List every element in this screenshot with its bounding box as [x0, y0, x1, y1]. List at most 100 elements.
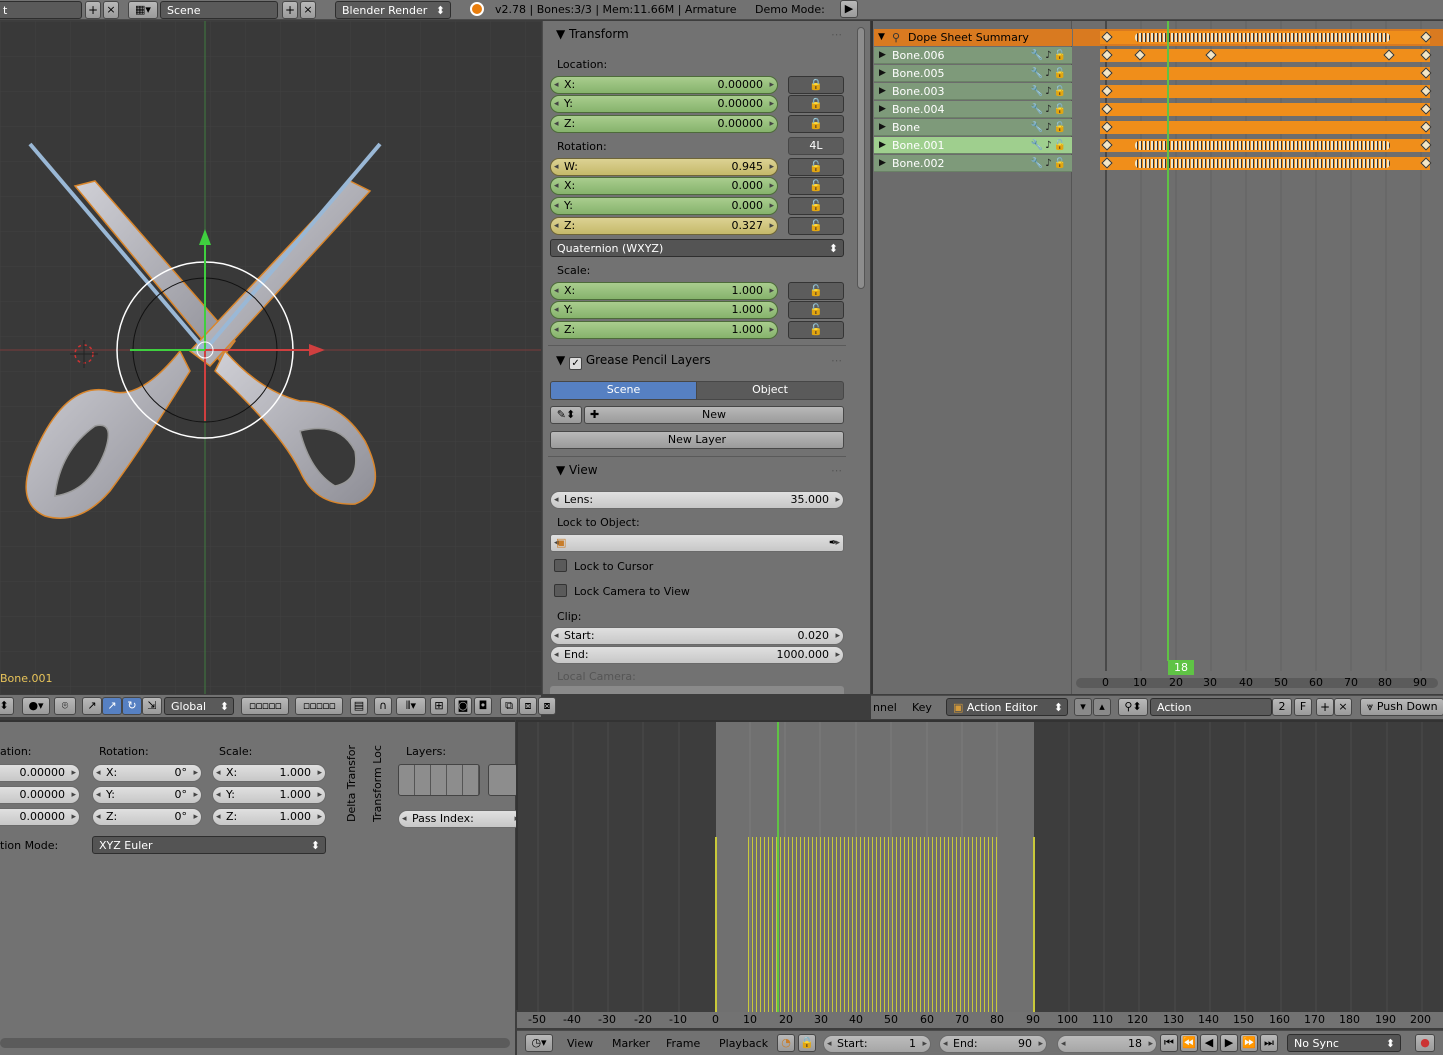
push-down-button[interactable]: ⩔ Push Down	[1360, 698, 1443, 716]
action-name-field[interactable]: Action	[1150, 698, 1272, 716]
paste-pose-icon[interactable]: ⧈	[519, 697, 537, 715]
delta-transform-tab[interactable]: Delta Transfor	[345, 745, 358, 822]
prop-loc-y[interactable]: 0.00000	[0, 786, 80, 804]
lock-location-y-icon[interactable]: 🔒	[788, 95, 844, 113]
snap-icon[interactable]: ∩	[374, 697, 392, 715]
gp-new-button[interactable]: ✚ New	[584, 406, 844, 424]
shading-select-icon[interactable]: ●▾	[22, 697, 50, 715]
playback-menu[interactable]: Playback	[719, 1037, 768, 1050]
view-menu[interactable]: View	[567, 1037, 593, 1050]
channel-menu[interactable]: nnel	[873, 701, 897, 714]
jump-keyframe-forward-icon[interactable]: ⏩	[1240, 1034, 1258, 1052]
play-demo-icon[interactable]: ▶	[840, 0, 858, 18]
prop-loc-z[interactable]: 0.00000	[0, 808, 80, 826]
channel-bone-002[interactable]: ▶ Bone.002 🔧♪🔓	[874, 155, 1072, 172]
lock-object-field[interactable]: ▣✒	[550, 534, 844, 552]
prop-scale-x[interactable]: X:1.000	[212, 764, 326, 782]
kf-row-bone-006[interactable]	[1100, 49, 1430, 62]
jump-keyframe-back-icon[interactable]: ⏪	[1180, 1034, 1198, 1052]
3d-viewport[interactable]: Bone.001	[0, 21, 541, 694]
gp-tab-object[interactable]: Object	[696, 381, 844, 400]
lock-scale-z-icon[interactable]: 🔓	[788, 321, 844, 339]
timeline-current-frame-line[interactable]	[777, 722, 779, 1012]
sync-mode-select[interactable]: No Sync ⬍	[1287, 1034, 1401, 1052]
close-scene-icon[interactable]: ×	[300, 1, 316, 19]
channel-bone-001[interactable]: ▶ Bone.001 🔧♪🔓	[874, 137, 1072, 154]
location-z-field[interactable]: Z:0.00000	[550, 115, 778, 133]
lens-field[interactable]: Lens:35.000	[550, 491, 844, 509]
key-menu[interactable]: Key	[912, 701, 932, 714]
translate-icon[interactable]: ↗	[102, 697, 122, 715]
lock-cursor-checkbox[interactable]	[554, 559, 567, 572]
current-frame-field[interactable]: 18	[1057, 1035, 1157, 1053]
dopesheet-summary-row[interactable]: ▼ ⚲ Dope Sheet Summary	[874, 29, 1072, 46]
scale-icon[interactable]: ⇲	[142, 697, 162, 715]
kf-row-bone-005[interactable]	[1100, 67, 1430, 80]
proportional-icon[interactable]: ⊞	[430, 697, 448, 715]
lock-rotation-z-icon[interactable]: 🔓	[788, 217, 844, 235]
gp-new-layer-button[interactable]: New Layer	[550, 431, 844, 449]
mode-select-icon[interactable]: ⬍	[0, 697, 14, 715]
fake-user-button[interactable]: F	[1294, 698, 1312, 716]
layers-grid-1[interactable]: ▫▫▫▫▫	[241, 697, 289, 715]
frame-menu[interactable]: Frame	[666, 1037, 700, 1050]
editor-mode-select[interactable]: ▣ Action Editor ⬍	[946, 698, 1068, 716]
prop-rot-x[interactable]: X:0°	[92, 764, 202, 782]
prop-rot-y[interactable]: Y:0°	[92, 786, 202, 804]
kf-row-bone-004[interactable]	[1100, 103, 1430, 116]
scene-field[interactable]: Scene	[160, 1, 278, 19]
gp-tab-scene[interactable]: Scene	[550, 381, 697, 400]
prop-scale-y[interactable]: Y:1.000	[212, 786, 326, 804]
unlink-action-icon[interactable]: ×	[1334, 698, 1352, 716]
end-frame-field[interactable]: End:90	[939, 1035, 1047, 1053]
dopesheet-frame-indicator[interactable]: 18	[1168, 660, 1194, 675]
layers-grid-prop-2[interactable]	[488, 764, 518, 796]
play-reverse-icon[interactable]: ◀	[1200, 1034, 1218, 1052]
layers-grid-2[interactable]: ▫▫▫▫▫	[295, 697, 343, 715]
properties-scrollbar[interactable]	[0, 1038, 510, 1048]
scale-y-field[interactable]: Y:1.000	[550, 301, 778, 319]
add-layout-icon[interactable]: +	[85, 1, 101, 19]
render-engine-select[interactable]: Blender Render ⬍	[335, 1, 451, 19]
action-users-count[interactable]: 2	[1272, 698, 1292, 716]
manipulator-toggle-icon[interactable]: ↗	[82, 697, 102, 715]
drag-grip-icon[interactable]: ⋯	[831, 28, 842, 41]
action-up-icon[interactable]: ▴	[1093, 698, 1111, 716]
drag-grip-icon-2[interactable]: ⋯	[831, 354, 842, 367]
rotation-x-field[interactable]: X:0.000	[550, 177, 778, 195]
scene-type-icon[interactable]: ▦▾	[128, 1, 158, 19]
render-anim-icon[interactable]: ◘	[474, 697, 492, 715]
channel-bone-005[interactable]: ▶ Bone.005 🔧♪🔓	[874, 65, 1072, 82]
lock-range-icon[interactable]: 🔒	[798, 1034, 816, 1052]
dopesheet-current-frame-line[interactable]	[1167, 21, 1169, 661]
copy-pose-icon[interactable]: ⧉	[500, 697, 518, 715]
prop-loc-x[interactable]: 0.00000	[0, 764, 80, 782]
rotation-mode-select[interactable]: Quaternion (WXYZ) ⬍	[550, 239, 844, 257]
lock-rotation-y-icon[interactable]: 🔓	[788, 197, 844, 215]
local-camera-field[interactable]	[550, 686, 844, 694]
kf-row-bone-003[interactable]	[1100, 85, 1430, 98]
channel-bone-004[interactable]: ▶ Bone.004 🔧♪🔓	[874, 101, 1072, 118]
rotation-y-field[interactable]: Y:0.000	[550, 197, 778, 215]
orientation-select[interactable]: Global ⬍	[164, 697, 234, 715]
rotate-icon[interactable]: ↻	[122, 697, 142, 715]
channel-bone-003[interactable]: ▶ Bone.003 🔧♪🔓	[874, 83, 1072, 100]
editor-type-icon[interactable]: ◷▾	[525, 1034, 553, 1052]
paste-flipped-icon[interactable]: ⧇	[538, 697, 556, 715]
lock-scale-y-icon[interactable]: 🔓	[788, 301, 844, 319]
start-frame-field[interactable]: Start:1	[823, 1035, 931, 1053]
view-panel-title[interactable]: ▼ View	[556, 463, 598, 477]
pass-index-field[interactable]: Pass Index:	[398, 810, 523, 828]
rotation-w-field[interactable]: W:0.945	[550, 158, 778, 176]
screen-layout-field[interactable]: t	[0, 1, 82, 19]
pivot-icon[interactable]: ⌾	[54, 697, 76, 715]
drag-grip-icon-3[interactable]: ⋯	[831, 464, 842, 477]
rotation-4l-toggle[interactable]: 4L	[788, 137, 844, 155]
preview-range-icon[interactable]: ◔	[777, 1034, 795, 1052]
action-down-icon[interactable]: ▾	[1074, 698, 1092, 716]
clip-start-field[interactable]: Start:0.020	[550, 627, 844, 645]
lock-rotation-x-icon[interactable]: 🔓	[788, 177, 844, 195]
gp-datablock-icon[interactable]: ✎⬍	[550, 406, 582, 424]
lock-scale-x-icon[interactable]: 🔓	[788, 282, 844, 300]
kf-row-bone[interactable]	[1100, 121, 1430, 134]
